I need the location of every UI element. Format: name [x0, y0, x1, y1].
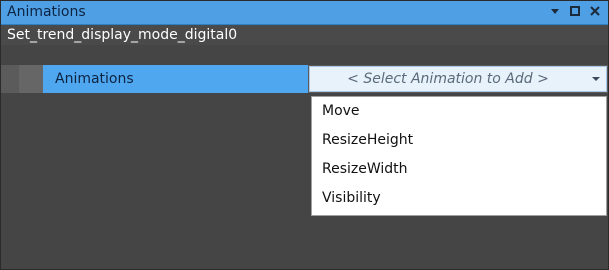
animation-select-value: < Select Animation to Add > — [347, 71, 549, 87]
property-row-animations: Animations < Select Animation to Add > — [1, 65, 608, 93]
maximize-icon[interactable] — [568, 3, 582, 19]
menu-item-resizeheight[interactable]: ResizeHeight — [312, 126, 606, 155]
menu-item-resizewidth[interactable]: ResizeWidth — [312, 155, 606, 184]
window-title: Animations — [7, 4, 86, 20]
title-bar[interactable]: Animations — [1, 1, 608, 25]
animations-panel: Animations Set_trend_display_mode_digita… — [0, 0, 609, 270]
chevron-down-icon[interactable] — [586, 76, 606, 82]
window-controls — [548, 3, 602, 19]
row-gutter — [19, 65, 43, 93]
animation-select[interactable]: < Select Animation to Add > — [309, 66, 607, 92]
menu-item-move[interactable]: Move — [312, 97, 606, 126]
close-icon[interactable] — [588, 3, 602, 19]
property-label: Animations — [43, 65, 308, 93]
pin-icon[interactable] — [548, 3, 562, 19]
animation-dropdown-list: Move ResizeHeight ResizeWidth Visibility — [311, 96, 607, 216]
menu-item-visibility[interactable]: Visibility — [312, 184, 606, 213]
object-name: Set_trend_display_mode_digital0 — [1, 25, 608, 45]
